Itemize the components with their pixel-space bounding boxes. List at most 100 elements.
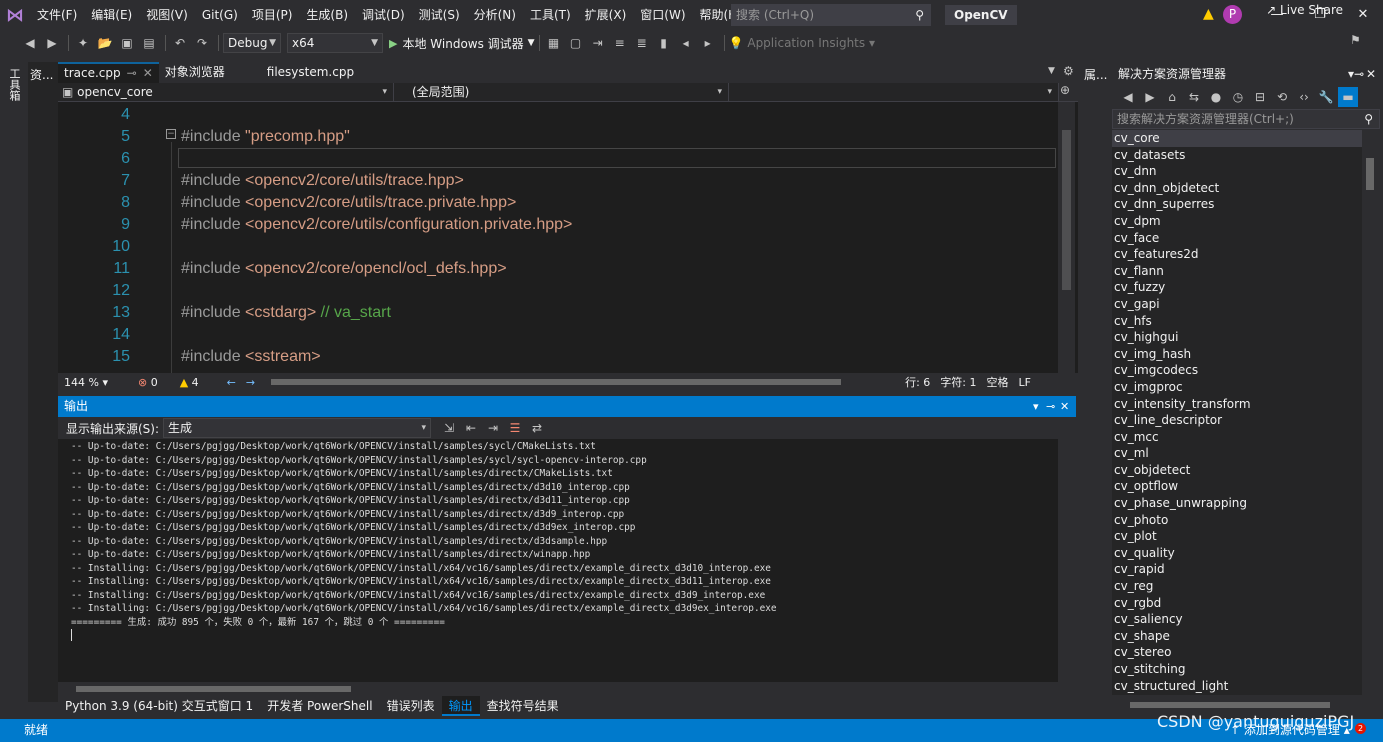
solution-search-input[interactable]: 搜索解决方案资源管理器(Ctrl+;) ⚲ bbox=[1112, 109, 1380, 129]
solution-tree-item[interactable]: cv_dnn bbox=[1112, 163, 1362, 180]
solution-tree-item[interactable]: cv_shape bbox=[1112, 628, 1362, 645]
menu-item[interactable]: 视图(V) bbox=[139, 0, 195, 30]
nav-forward-icon[interactable]: → bbox=[246, 376, 255, 389]
switch-views-icon[interactable]: ⇆ bbox=[1184, 87, 1204, 107]
editor-vertical-scrollbar[interactable] bbox=[1058, 102, 1075, 373]
solution-tree-item[interactable]: cv_phase_unwrapping bbox=[1112, 495, 1362, 512]
uncomment-icon[interactable]: ≣ bbox=[632, 33, 652, 53]
gear-icon[interactable]: ⚙ bbox=[1063, 64, 1074, 78]
close-icon[interactable]: ✕ bbox=[143, 66, 153, 80]
solution-tree-item[interactable]: cv_dnn_objdetect bbox=[1112, 180, 1362, 197]
menu-item[interactable]: 生成(B) bbox=[299, 0, 355, 30]
solution-tree-item[interactable]: cv_quality bbox=[1112, 545, 1362, 562]
live-share-button[interactable]: ↗ Live Share bbox=[1266, 3, 1343, 17]
tab-trace-cpp[interactable]: trace.cpp ⊸ ✕ bbox=[58, 62, 159, 83]
close-button[interactable]: ✕ bbox=[1345, 0, 1381, 30]
solution-tree-item[interactable]: cv_features2d bbox=[1112, 246, 1362, 263]
history-icon[interactable]: ◷ bbox=[1228, 87, 1248, 107]
bookmark-icon[interactable]: ▮ bbox=[654, 33, 674, 53]
redo-icon[interactable]: ↷ bbox=[192, 33, 212, 53]
bottom-tab[interactable]: 输出 bbox=[441, 696, 480, 716]
menu-item[interactable]: 编辑(E) bbox=[84, 0, 139, 30]
next-message-icon[interactable]: ⇥ bbox=[483, 418, 503, 438]
solution-tree-item[interactable]: cv_mcc bbox=[1112, 429, 1362, 446]
pin-icon[interactable]: ⊸ bbox=[1046, 396, 1055, 417]
prev-message-icon[interactable]: ⇤ bbox=[461, 418, 481, 438]
split-window-icon[interactable]: ⊕ bbox=[1060, 83, 1070, 97]
scroll-thumb[interactable] bbox=[76, 686, 351, 692]
menu-item[interactable]: 文件(F) bbox=[30, 0, 84, 30]
properties-tab[interactable]: 属... bbox=[1084, 66, 1107, 83]
bookmark-next-icon[interactable]: ▸ bbox=[698, 33, 718, 53]
screen-icon[interactable]: ▢ bbox=[566, 33, 586, 53]
scroll-thumb[interactable] bbox=[271, 379, 842, 385]
forward-icon[interactable]: ▶ bbox=[1140, 87, 1160, 107]
solution-tree-item[interactable]: cv_face bbox=[1112, 230, 1362, 247]
step-icon[interactable]: ⇥ bbox=[588, 33, 608, 53]
close-icon[interactable]: ✕ bbox=[1366, 66, 1376, 83]
solution-tree-item[interactable]: cv_saliency bbox=[1112, 611, 1362, 628]
scroll-thumb[interactable] bbox=[1366, 158, 1374, 190]
save-all-icon[interactable]: ▤ bbox=[139, 33, 159, 53]
sync-icon[interactable]: ⟲ bbox=[1272, 87, 1292, 107]
solution-tree-item[interactable]: cv_ml bbox=[1112, 445, 1362, 462]
solution-tree-item[interactable]: cv_plot bbox=[1112, 528, 1362, 545]
solution-tree-item[interactable]: cv_core bbox=[1112, 130, 1362, 147]
new-item-icon[interactable]: ✦ bbox=[73, 33, 93, 53]
save-icon[interactable]: ▣ bbox=[117, 33, 137, 53]
find-message-icon[interactable]: ⇲ bbox=[439, 418, 459, 438]
code-icon[interactable]: ‹› bbox=[1294, 87, 1314, 107]
chevron-down-icon[interactable]: ▾ bbox=[1033, 396, 1039, 417]
solution-tree-item[interactable]: cv_dnn_superres bbox=[1112, 196, 1362, 213]
solution-tree-item[interactable]: cv_imgproc bbox=[1112, 379, 1362, 396]
solution-tree-item[interactable]: cv_flann bbox=[1112, 263, 1362, 280]
solution-tree-item[interactable]: cv_optflow bbox=[1112, 478, 1362, 495]
menu-item[interactable]: 窗口(W) bbox=[633, 0, 692, 30]
scroll-thumb[interactable] bbox=[1062, 130, 1071, 290]
bottom-tab[interactable]: Python 3.9 (64-bit) 交互式窗口 1 bbox=[58, 696, 260, 716]
notification-badge[interactable]: 2 bbox=[1355, 723, 1366, 734]
collapse-icon[interactable]: − bbox=[166, 129, 176, 139]
search-input[interactable]: 搜索 (Ctrl+Q) ⚲ bbox=[731, 4, 931, 26]
feedback-icon[interactable]: ⚑ bbox=[1350, 33, 1361, 47]
solution-tree-item[interactable]: cv_photo bbox=[1112, 512, 1362, 529]
bottom-tab[interactable]: 开发者 PowerShell bbox=[260, 696, 379, 716]
solution-tree-item[interactable]: cv_dpm bbox=[1112, 213, 1362, 230]
code-editor[interactable]: − 4 5 #include "precomp.hpp" 6 7 #include <op… bbox=[58, 102, 1078, 373]
forward-icon[interactable]: ▶ bbox=[42, 33, 62, 53]
whitespace-mode[interactable]: 空格 bbox=[987, 374, 1009, 390]
back-icon[interactable]: ◀ bbox=[20, 33, 40, 53]
output-text-area[interactable]: -- Up-to-date: C:/Users/pgjgg/Desktop/wo… bbox=[58, 439, 1058, 682]
collapse-all-icon[interactable]: ⊟ bbox=[1250, 87, 1270, 107]
solution-tree-item[interactable]: cv_stitching bbox=[1112, 661, 1362, 678]
start-debugging-button[interactable]: ▶ 本地 Windows 调试器 ▼ bbox=[389, 33, 535, 53]
tab-object-browser[interactable]: 对象浏览器 bbox=[159, 62, 231, 83]
solution-tree-item[interactable]: cv_fuzzy bbox=[1112, 279, 1362, 296]
resource-view-tab[interactable]: 资... bbox=[30, 66, 53, 83]
nav-back-icon[interactable]: ← bbox=[227, 376, 236, 389]
pending-changes-icon[interactable]: ● bbox=[1206, 87, 1226, 107]
application-insights-button[interactable]: 💡 Application Insights ▾ bbox=[729, 36, 875, 50]
error-count[interactable]: ⊗ 0 bbox=[138, 376, 158, 389]
menu-item[interactable]: 扩展(X) bbox=[578, 0, 634, 30]
solution-tree-item[interactable]: cv_intensity_transform bbox=[1112, 396, 1362, 413]
solution-tree-item[interactable]: cv_stereo bbox=[1112, 644, 1362, 661]
clear-all-icon[interactable]: ☰ bbox=[505, 418, 525, 438]
solution-tree-item[interactable]: cv_objdetect bbox=[1112, 462, 1362, 479]
menu-item[interactable]: 测试(S) bbox=[412, 0, 467, 30]
bookmark-prev-icon[interactable]: ◂ bbox=[676, 33, 696, 53]
scroll-thumb[interactable] bbox=[1130, 702, 1330, 708]
close-icon[interactable]: ✕ bbox=[1060, 396, 1069, 417]
member-select[interactable]: ▾ bbox=[729, 83, 1059, 101]
scope-select[interactable]: (全局范围) ▾ bbox=[394, 83, 729, 101]
solution-tree-item[interactable]: cv_hfs bbox=[1112, 313, 1362, 330]
menu-item[interactable]: 分析(N) bbox=[467, 0, 523, 30]
configuration-select[interactable]: Debug ▼ bbox=[223, 33, 281, 53]
open-folder-icon[interactable]: 📂 bbox=[95, 33, 115, 53]
solution-tree-item[interactable]: cv_rapid bbox=[1112, 561, 1362, 578]
output-source-select[interactable]: 生成 ▾ bbox=[163, 418, 432, 438]
bottom-tab[interactable]: 错误列表 bbox=[380, 696, 442, 716]
zoom-level[interactable]: 144 % ▾ bbox=[64, 376, 108, 389]
toolbox-tab[interactable]: 工具箱 bbox=[6, 68, 22, 101]
back-icon[interactable]: ◀ bbox=[1118, 87, 1138, 107]
